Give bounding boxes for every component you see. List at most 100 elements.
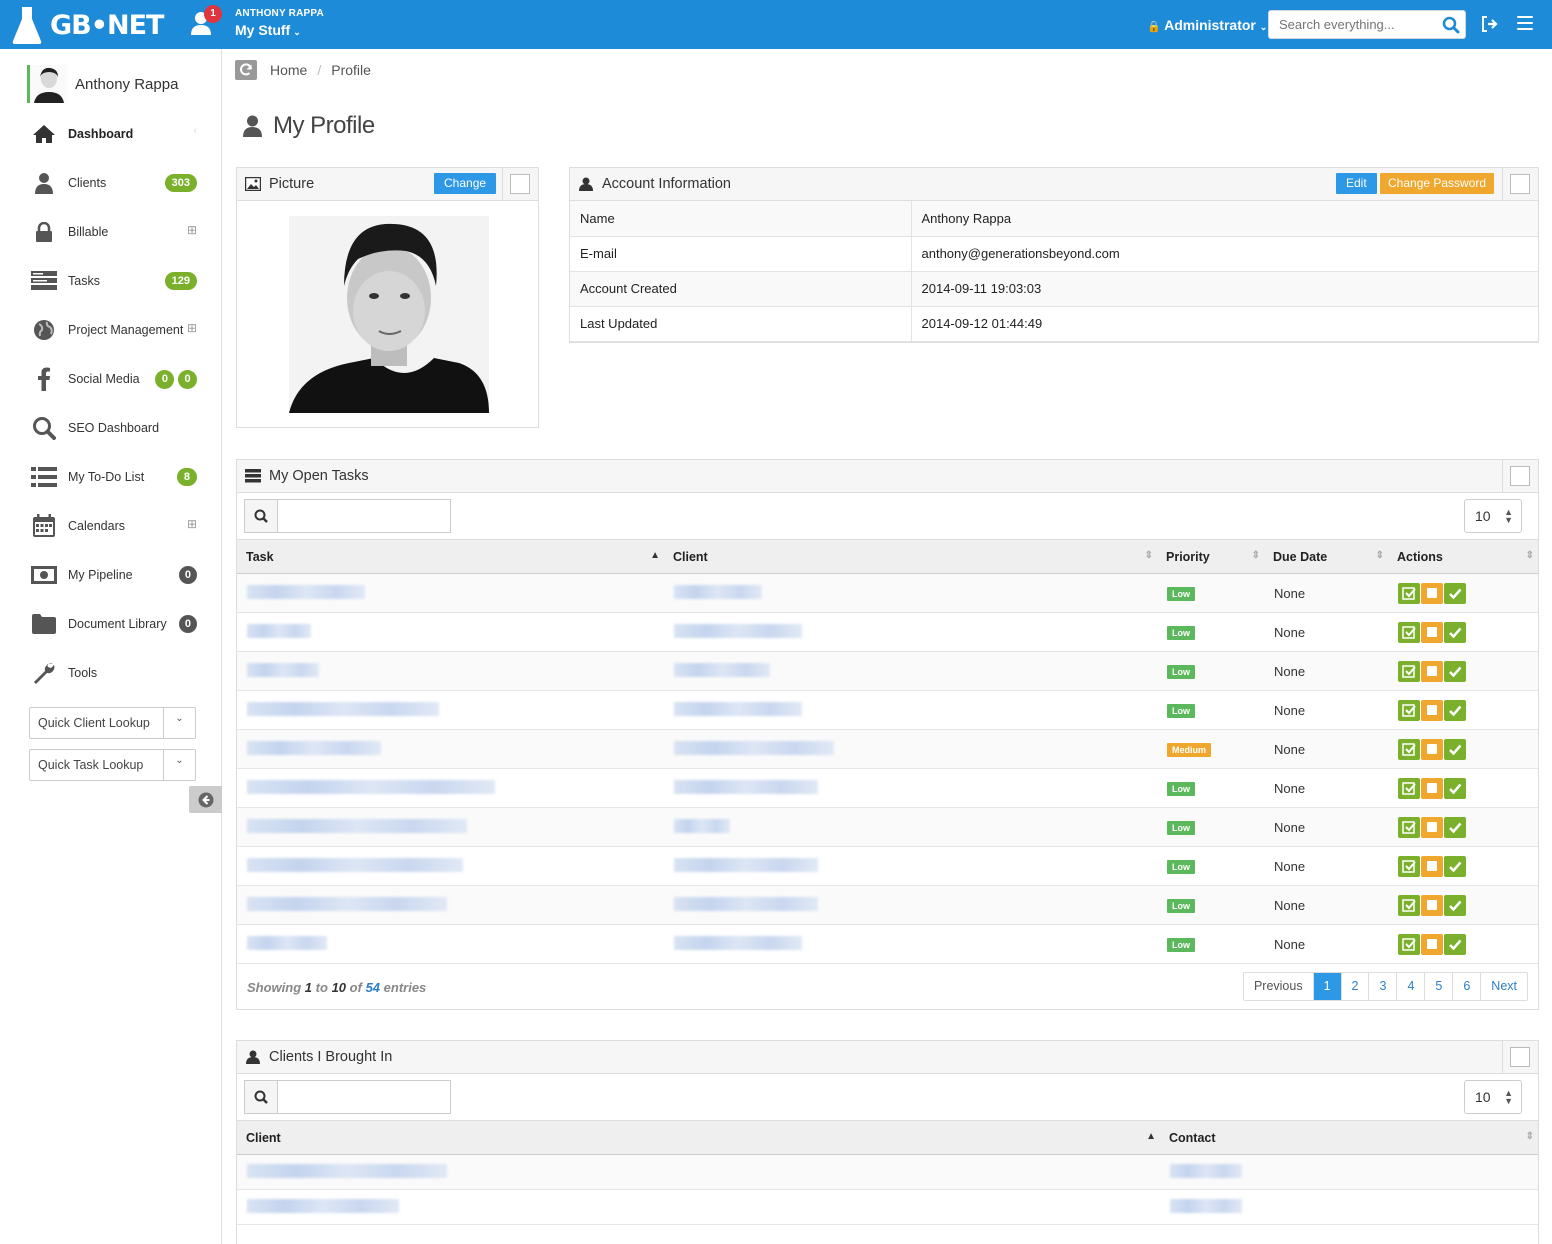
edit-task-icon[interactable] — [1398, 738, 1420, 760]
table-row[interactable]: Low None — [237, 807, 1538, 847]
client-cell[interactable] — [664, 573, 1157, 613]
stop-task-icon[interactable] — [1421, 738, 1443, 760]
expand-icon[interactable]: ⊞ — [187, 517, 197, 531]
task-cell[interactable] — [237, 924, 664, 964]
client-cell[interactable] — [237, 1189, 1160, 1225]
change-picture-button[interactable]: Change — [434, 173, 497, 194]
complete-task-icon[interactable] — [1444, 738, 1466, 760]
client-cell[interactable] — [664, 612, 1157, 652]
clients-page-length-select[interactable]: 10 ▲ ▼ — [1464, 1080, 1522, 1114]
change-password-button[interactable]: Change Password — [1380, 173, 1495, 194]
stop-task-icon[interactable] — [1421, 855, 1443, 877]
table-row[interactable]: Medium None — [237, 729, 1538, 769]
admin-dropdown[interactable]: 🔒 Administrator ⌄ — [1147, 17, 1267, 33]
sidebar-user[interactable]: Anthony Rappa — [27, 65, 178, 103]
table-row[interactable]: Low None — [237, 846, 1538, 886]
quick-task-lookup[interactable]: Quick Task Lookup ⌄ — [29, 749, 196, 781]
sidebar-item-social-media[interactable]: Social Media 0 0 — [30, 364, 205, 394]
sidebar-item-clients[interactable]: Clients 303 — [30, 168, 205, 198]
chevron-down-icon[interactable]: ⌄ — [163, 708, 195, 738]
stop-task-icon[interactable] — [1421, 816, 1443, 838]
edit-task-icon[interactable] — [1398, 582, 1420, 604]
stop-task-icon[interactable] — [1421, 777, 1443, 799]
column-header-contact[interactable]: Contact ⇕ — [1160, 1120, 1538, 1155]
column-header-priority[interactable]: Priority ⇕ — [1157, 539, 1264, 574]
sidebar-item-seo-dashboard[interactable]: SEO Dashboard — [30, 413, 205, 443]
complete-task-icon[interactable] — [1444, 582, 1466, 604]
sidebar-item-billable[interactable]: Billable ⊞ — [30, 217, 205, 247]
panel-toggle-checkbox[interactable] — [1510, 466, 1530, 486]
table-row[interactable]: Low None — [237, 612, 1538, 652]
pager-page-1[interactable]: 1 — [1312, 973, 1341, 1000]
column-header-due-date[interactable]: Due Date ⇕ — [1264, 539, 1388, 574]
expand-icon[interactable]: ⊞ — [187, 223, 197, 237]
quick-client-lookup[interactable]: Quick Client Lookup ⌄ — [29, 707, 196, 739]
sidebar-item-calendars[interactable]: Calendars ⊞ — [30, 511, 205, 541]
column-header-actions[interactable]: Actions ⇕ — [1388, 539, 1538, 574]
edit-task-icon[interactable] — [1398, 699, 1420, 721]
client-cell[interactable] — [664, 846, 1157, 886]
edit-account-button[interactable]: Edit — [1336, 173, 1377, 194]
logout-icon[interactable] — [1480, 15, 1498, 33]
pager-page-5[interactable]: 5 — [1424, 973, 1452, 1000]
search-icon[interactable] — [1442, 16, 1460, 34]
complete-task-icon[interactable] — [1444, 855, 1466, 877]
table-row[interactable] — [237, 1189, 1538, 1225]
breadcrumb-home[interactable]: Home — [270, 62, 307, 78]
task-cell[interactable] — [237, 846, 664, 886]
pager-previous[interactable]: Previous — [1244, 973, 1313, 1000]
stop-task-icon[interactable] — [1421, 933, 1443, 955]
my-stuff-dropdown[interactable]: My Stuff ⌄ — [235, 22, 324, 38]
complete-task-icon[interactable] — [1444, 660, 1466, 682]
table-row[interactable]: Low None — [237, 690, 1538, 730]
task-cell[interactable] — [237, 807, 664, 847]
sidebar-item-dashboard[interactable]: Dashboard ‹ — [30, 119, 205, 149]
stop-task-icon[interactable] — [1421, 699, 1443, 721]
logo[interactable]: GB•NET — [12, 5, 164, 45]
sidebar-item-tasks[interactable]: Tasks 129 — [30, 266, 205, 296]
complete-task-icon[interactable] — [1444, 777, 1466, 799]
search-input[interactable] — [1269, 11, 1439, 38]
hamburger-menu-icon[interactable] — [1517, 16, 1533, 30]
edit-task-icon[interactable] — [1398, 777, 1420, 799]
panel-toggle-checkbox[interactable] — [1510, 1047, 1530, 1067]
panel-toggle-checkbox[interactable] — [1510, 174, 1530, 194]
task-cell[interactable] — [237, 612, 664, 652]
client-cell[interactable] — [664, 924, 1157, 964]
sidebar-item-project-management[interactable]: Project Management ⊞ — [30, 315, 205, 345]
column-header-client[interactable]: Client ⇕ — [664, 539, 1157, 574]
table-row[interactable] — [237, 1154, 1538, 1190]
client-cell[interactable] — [664, 807, 1157, 847]
edit-task-icon[interactable] — [1398, 816, 1420, 838]
global-search[interactable] — [1268, 10, 1466, 39]
client-cell[interactable] — [664, 768, 1157, 808]
complete-task-icon[interactable] — [1444, 816, 1466, 838]
sidebar-item-todo-list[interactable]: My To-Do List 8 — [30, 462, 205, 492]
sidebar-item-my-pipeline[interactable]: My Pipeline 0 — [30, 560, 205, 590]
client-cell[interactable] — [664, 885, 1157, 925]
refresh-icon[interactable] — [235, 60, 257, 80]
client-cell[interactable] — [237, 1154, 1160, 1190]
table-row[interactable]: Low None — [237, 885, 1538, 925]
stop-task-icon[interactable] — [1421, 621, 1443, 643]
edit-task-icon[interactable] — [1398, 894, 1420, 916]
complete-task-icon[interactable] — [1444, 621, 1466, 643]
sidebar-item-tools[interactable]: Tools — [30, 658, 205, 688]
task-cell[interactable] — [237, 690, 664, 730]
table-row[interactable]: Low None — [237, 924, 1538, 964]
task-cell[interactable] — [237, 573, 664, 613]
tasks-search-input[interactable] — [244, 499, 451, 533]
tasks-page-length-select[interactable]: 10 ▲ ▼ — [1464, 499, 1522, 533]
chevron-down-icon[interactable]: ⌄ — [163, 750, 195, 780]
panel-toggle-checkbox[interactable] — [510, 174, 530, 194]
user-menu[interactable]: ANTHONY RAPPA My Stuff ⌄ — [235, 8, 324, 38]
stop-task-icon[interactable] — [1421, 582, 1443, 604]
pager-page-6[interactable]: 6 — [1452, 973, 1480, 1000]
client-cell[interactable] — [664, 651, 1157, 691]
complete-task-icon[interactable] — [1444, 894, 1466, 916]
stop-task-icon[interactable] — [1421, 660, 1443, 682]
stop-task-icon[interactable] — [1421, 894, 1443, 916]
complete-task-icon[interactable] — [1444, 699, 1466, 721]
task-cell[interactable] — [237, 729, 664, 769]
column-header-task[interactable]: Task ▲ — [237, 539, 664, 574]
